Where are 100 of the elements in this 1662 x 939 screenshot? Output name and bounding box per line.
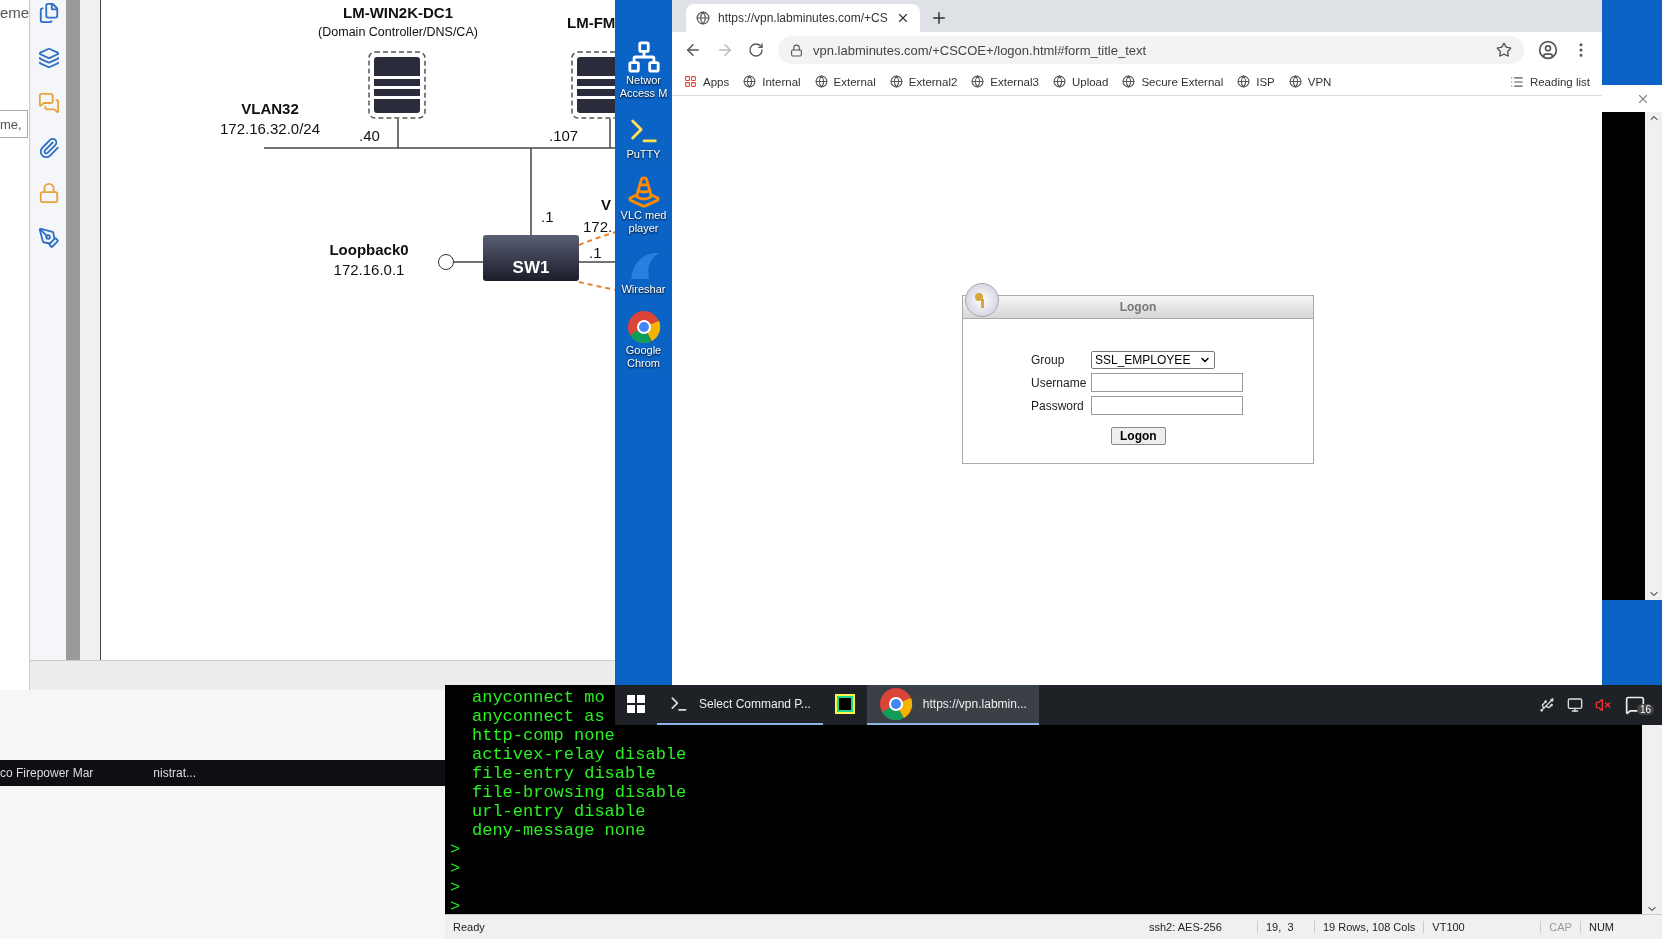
- terminal-line: anyconnect as: [472, 707, 605, 726]
- panel-text: eme: [0, 4, 30, 21]
- vlan-name: V: [601, 196, 611, 213]
- server-name: LM-FM: [567, 14, 615, 31]
- status-text: Ready: [452, 921, 486, 933]
- switch-icon: SW1: [483, 235, 579, 281]
- globe-icon: [1288, 75, 1302, 88]
- server-icon: [367, 50, 427, 120]
- chrome-icon: [626, 310, 661, 344]
- cipher-text: ssh2: AES-256: [1148, 921, 1223, 933]
- chrome-icon: [878, 687, 913, 721]
- password-field[interactable]: [1091, 396, 1243, 415]
- reload-icon[interactable]: [748, 42, 764, 58]
- reading-list[interactable]: Reading list: [1509, 74, 1590, 89]
- globe-icon: [696, 11, 710, 25]
- field-label: Password: [1031, 398, 1085, 413]
- globe-icon: [889, 75, 903, 88]
- pen-icon[interactable]: [37, 227, 60, 249]
- lock-icon: [790, 43, 803, 57]
- profile-icon[interactable]: [1538, 40, 1558, 60]
- terminal-line: >: [450, 878, 461, 897]
- terminal-line: url-entry disable: [472, 802, 646, 821]
- globe-icon: [1052, 75, 1066, 88]
- new-tab-icon[interactable]: [930, 9, 948, 27]
- globe-icon: [1122, 75, 1136, 88]
- taskbar-item[interactable]: nistrat...: [153, 766, 197, 780]
- globe-icon: [814, 75, 828, 88]
- server-role: (Domain Controller/DNS/CA): [318, 25, 478, 39]
- group-select[interactable]: SSL_EMPLOYEE: [1091, 351, 1215, 369]
- pages-icon[interactable]: [37, 2, 60, 24]
- terminal-icon: [669, 694, 689, 714]
- emulation-text: VT100: [1423, 921, 1541, 933]
- bookmark[interactable]: VPN: [1288, 75, 1332, 88]
- bookmark[interactable]: External2: [889, 75, 958, 88]
- bookmark[interactable]: Internal: [743, 75, 801, 88]
- address-bar[interactable]: vpn.labminutes.com/+CSCOE+/logon.html#form_title_text: [778, 36, 1524, 64]
- bookmark[interactable]: ISP: [1237, 75, 1275, 88]
- terminal-line: activex-relay disable: [472, 745, 687, 764]
- layers-icon[interactable]: [37, 47, 60, 69]
- terminal-line: >: [450, 897, 461, 916]
- address-label: .40: [359, 127, 380, 144]
- taskbar-item[interactable]: https://vpn.labmin...: [866, 685, 1039, 725]
- bookmark[interactable]: Secure External: [1122, 75, 1224, 88]
- desktop-icon-label[interactable]: VLC med player: [615, 209, 672, 235]
- loopback-name: Loopback0: [329, 241, 409, 258]
- field-label: Group: [1031, 353, 1066, 367]
- taskbar-item[interactable]: co Firepower Mar: [0, 766, 94, 780]
- globe-icon: [1237, 75, 1251, 88]
- back-icon[interactable]: [684, 41, 702, 59]
- loopback-address: 172.16.0.1: [333, 261, 405, 278]
- close-icon[interactable]: [896, 11, 910, 25]
- cursor-position: 19, 3: [1257, 921, 1314, 933]
- vlan-boundary-line: [578, 231, 615, 291]
- address-label: .1: [541, 208, 554, 225]
- usb-icon[interactable]: [1538, 697, 1555, 713]
- globe-icon: [971, 75, 985, 88]
- key-indicator: NUM: [1579, 921, 1622, 933]
- bookmark[interactable]: Upload: [1052, 75, 1109, 88]
- network-icon[interactable]: [1566, 697, 1583, 713]
- search-field[interactable]: me,: [0, 110, 28, 138]
- terminal-size: 19 Rows, 108 Cols: [1314, 921, 1424, 933]
- mute-icon[interactable]: [1594, 697, 1611, 713]
- subnet-label: 172.: [583, 218, 613, 235]
- input-field[interactable]: [1091, 373, 1243, 392]
- vlan-name: VLAN32: [241, 100, 299, 117]
- desktop-icon-label[interactable]: Networ Access M: [615, 74, 672, 100]
- browser-tab[interactable]: https://vpn.labminutes.com/+CS: [686, 4, 920, 32]
- field-label: Username: [1031, 375, 1088, 390]
- desktop-icon-label[interactable]: Google Chrom: [615, 344, 672, 370]
- desktop-icon-label[interactable]: PuTTY: [626, 148, 661, 161]
- traffic-cone-icon: [626, 175, 661, 209]
- terminal-line: anyconnect mo: [472, 688, 605, 707]
- subnet-label: 172.16.32.0/24: [219, 120, 321, 137]
- list-icon: [1509, 74, 1524, 89]
- server-name: LM-WIN2K-DC1: [343, 4, 453, 21]
- address-label: .1: [589, 244, 602, 261]
- terminal-line: >: [450, 859, 461, 878]
- grid-icon: [684, 75, 697, 88]
- terminal-line: deny-message none: [472, 821, 646, 840]
- logon-button[interactable]: Logon: [1111, 427, 1166, 445]
- network-icon: [626, 40, 661, 74]
- star-icon[interactable]: [1496, 42, 1512, 58]
- terminal-line: file-browsing disable: [472, 783, 687, 802]
- bookmark[interactable]: External3: [971, 75, 1039, 88]
- bookmark[interactable]: Apps: [684, 75, 730, 88]
- terminal-line: >: [450, 840, 461, 859]
- taskbar-item[interactable]: Select Command P...: [657, 685, 823, 725]
- bookmark[interactable]: External: [814, 75, 876, 88]
- app-icon: [834, 694, 855, 714]
- key-indicator: CAP: [1540, 921, 1580, 933]
- terminal-line: file-entry disable: [472, 764, 656, 783]
- windows-logo-icon: [627, 695, 645, 713]
- address-label: .107: [549, 127, 579, 144]
- loopback-icon: [438, 254, 454, 270]
- paperclip-icon[interactable]: [37, 137, 60, 159]
- network-link-line: [452, 261, 484, 263]
- desktop-icon-label[interactable]: Wireshar: [621, 283, 666, 296]
- notifications-button[interactable]: 16: [1622, 693, 1656, 717]
- globe-icon: [743, 75, 757, 88]
- terminal-line: http-comp none: [472, 726, 615, 745]
